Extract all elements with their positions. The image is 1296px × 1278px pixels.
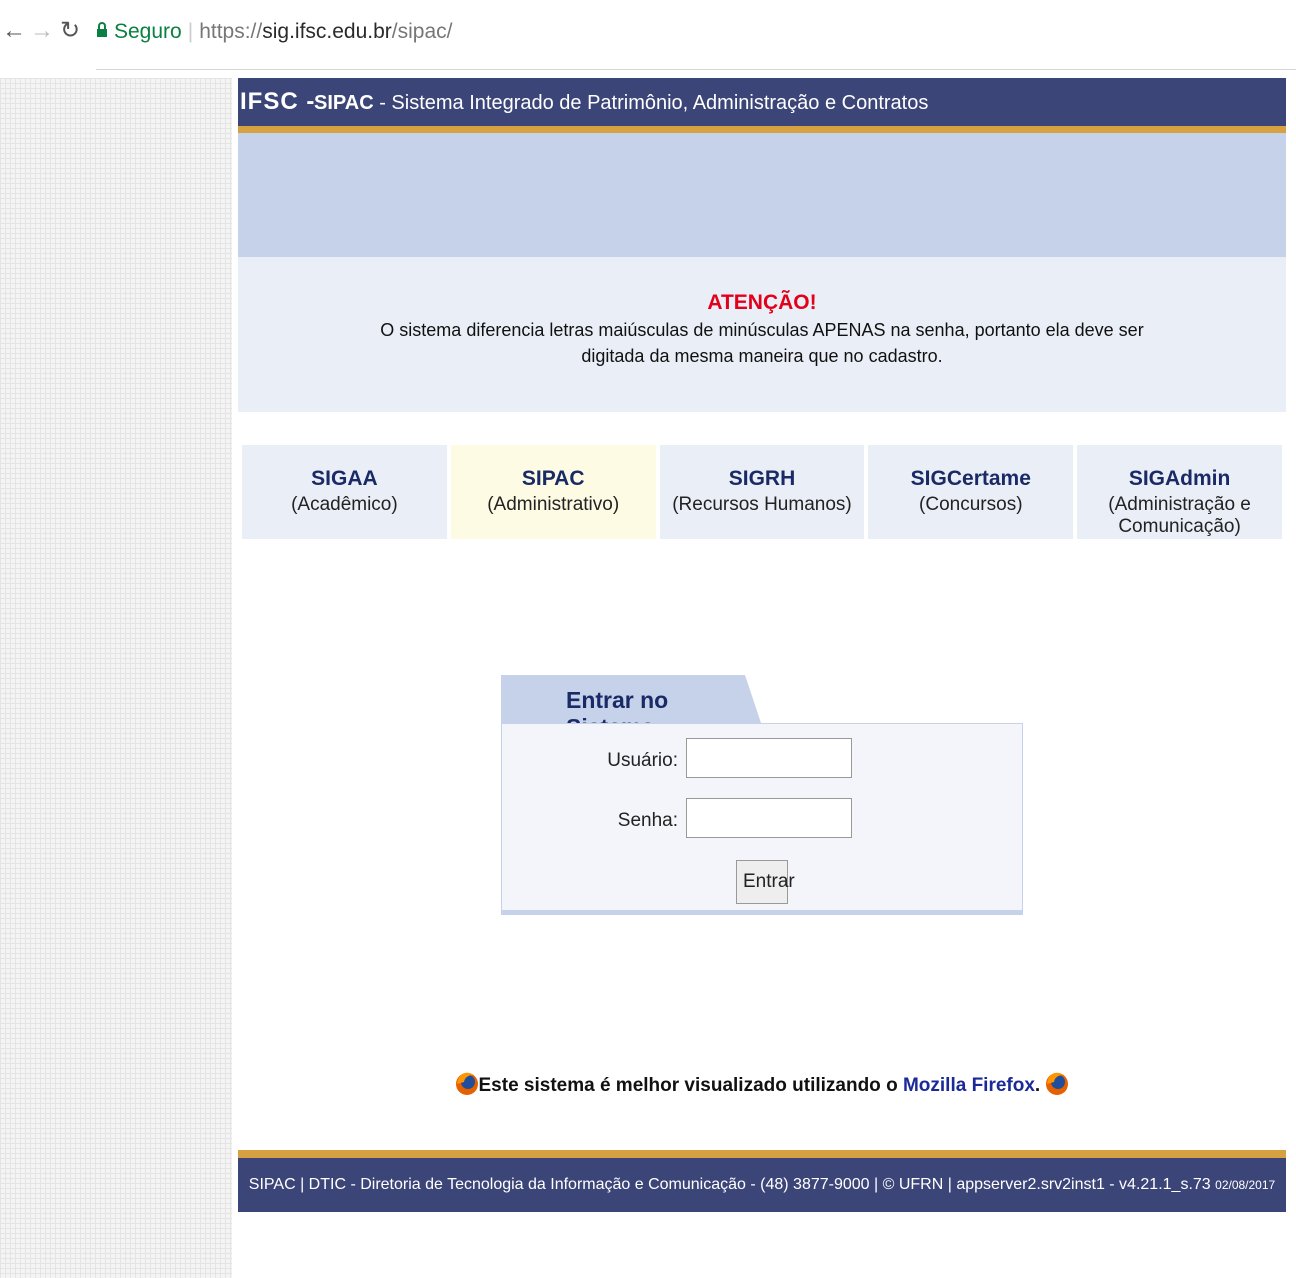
page-container: IFSC - SIPAC - Sistema Integrado de Patr… [238,78,1286,1278]
password-row: Senha: [502,798,1022,842]
site-header: IFSC - SIPAC - Sistema Integrado de Patr… [238,78,1286,133]
system-link-sigcertame[interactable]: SIGCertame (Concursos) [868,445,1074,539]
system-desc: (Administração e Comunicação) [1108,494,1251,537]
system-link-sipac[interactable]: SIPAC (Administrativo) [450,445,656,539]
footer-text: SIPAC | DTIC - Diretoria de Tecnologia d… [248,1176,1211,1193]
banner [238,133,1286,257]
username-label: Usuário: [607,750,678,771]
system-link-sigaa[interactable]: SIGAA (Acadêmico) [242,445,447,539]
attention-notice: ATENÇÃO! O sistema diferencia letras mai… [238,257,1286,412]
systems-menu: SIGAA (Acadêmico) SIPAC (Administrativo)… [242,445,1282,539]
firefox-icon [455,1068,479,1104]
org-name: IFSC - [240,88,316,115]
system-desc: (Concursos) [919,494,1023,515]
address-bar[interactable]: Seguro | https://sig.ifsc.edu.br/sipac/ [96,12,452,52]
username-row: Usuário: [502,738,1022,782]
firefox-recommendation: Este sistema é melhor visualizado utiliz… [238,1068,1286,1104]
app-title: SIPAC - Sistema Integrado de Patrimônio,… [314,92,928,115]
browser-toolbar: ← → ↻ Seguro | https://sig.ifsc.edu.br/sip… [0,0,1296,70]
system-name[interactable]: SIPAC [451,467,656,491]
system-name[interactable]: SIGRH [660,467,865,491]
username-input[interactable] [686,738,852,778]
url-path: /sipac/ [391,20,453,43]
system-name[interactable]: SIGAdmin [1077,467,1282,491]
firefox-period: . [1034,1075,1041,1097]
firefox-text: Este sistema é melhor visualizado utiliz… [478,1075,898,1097]
lock-icon [96,12,108,52]
site-footer: SIPAC | DTIC - Diretoria de Tecnologia d… [238,1150,1286,1246]
url-host: sig.ifsc.edu.br [262,20,392,43]
secure-label: Seguro [114,20,182,43]
page-background-grid [0,78,232,1278]
system-name[interactable]: SIGAA [242,467,447,491]
app-name: SIPAC [314,92,374,114]
password-input[interactable] [686,798,852,838]
login-button[interactable]: Entrar [736,860,795,904]
login-form: Usuário: Senha: Entrar [501,723,1023,915]
firefox-icon [1045,1068,1069,1104]
password-label: Senha: [617,810,678,831]
login-tab: Entrar no Sistema [501,675,761,723]
app-subtitle: - Sistema Integrado de Patrimônio, Admin… [373,92,929,114]
system-name[interactable]: SIGCertame [868,467,1073,491]
reload-icon[interactable]: ↻ [60,16,80,46]
attention-title: ATENÇÃO! [707,291,817,314]
system-desc: (Acadêmico) [291,494,398,515]
forward-arrow-icon[interactable]: → [30,16,54,46]
attention-message: O sistema diferencia letras maiúsculas d… [380,320,1144,366]
back-arrow-icon[interactable]: ← [2,16,26,46]
url-scheme: https:// [199,20,263,43]
system-desc: (Administrativo) [487,494,620,515]
firefox-link[interactable]: Mozilla Firefox [903,1075,1035,1096]
system-link-sigadmin[interactable]: SIGAdmin (Administração e Comunicação) [1077,445,1282,539]
system-desc: (Recursos Humanos) [672,494,852,515]
login-panel: Entrar no Sistema Usuário: Senha: Entrar [501,675,1023,919]
system-link-sigrh[interactable]: SIGRH (Recursos Humanos) [659,445,865,539]
